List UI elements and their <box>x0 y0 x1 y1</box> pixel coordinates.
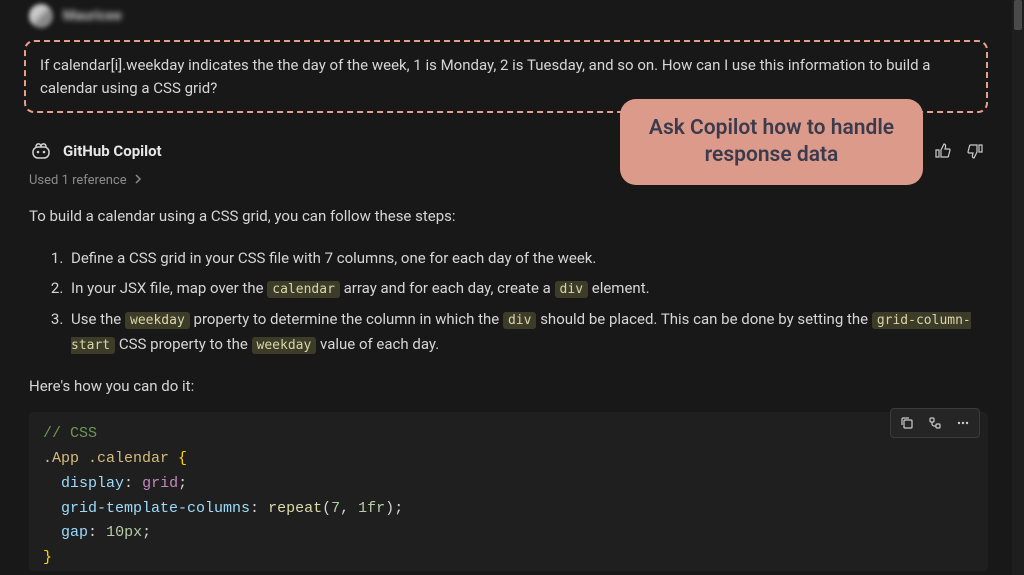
scrollbar-track[interactable] <box>1012 0 1024 575</box>
assistant-identity: GitHub Copilot <box>29 139 162 163</box>
code-block: // CSS .App .calendar { display: grid; g… <box>29 412 988 571</box>
step-item: Define a CSS grid in your CSS file with … <box>67 246 988 270</box>
inline-code: div <box>555 281 588 298</box>
assistant-response: To build a calendar using a CSS grid, yo… <box>24 204 988 571</box>
user-avatar <box>29 4 53 28</box>
copy-code-button[interactable] <box>893 411 921 435</box>
thumbs-down-button[interactable] <box>962 139 988 163</box>
step-item: Use the weekday property to determine th… <box>67 307 988 357</box>
feedback-buttons <box>930 139 988 163</box>
inline-code: calendar <box>267 281 340 298</box>
insert-code-button[interactable] <box>921 411 949 435</box>
copilot-icon <box>29 139 53 163</box>
references-label: Used 1 reference <box>29 173 127 188</box>
code-toolbar <box>890 408 980 438</box>
callout-text: Ask Copilot how to handle response data <box>640 115 903 170</box>
chevron-right-icon <box>133 173 143 188</box>
thumbs-up-button[interactable] <box>930 139 956 163</box>
code-content[interactable]: // CSS .App .calendar { display: grid; g… <box>43 422 974 571</box>
inline-code: weekday <box>125 312 190 329</box>
user-header: Mauricee <box>24 0 988 34</box>
step-item: In your JSX file, map over the calendar … <box>67 276 988 301</box>
steps-list: Define a CSS grid in your CSS file with … <box>29 246 988 356</box>
inline-code: weekday <box>252 337 317 354</box>
user-name: Mauricee <box>63 8 122 24</box>
inline-code: div <box>503 312 536 329</box>
prompt-text: If calendar[i].weekday indicates the the… <box>40 56 930 97</box>
more-actions-button[interactable] <box>949 411 977 435</box>
assistant-name: GitHub Copilot <box>63 142 162 160</box>
scrollbar-thumb[interactable] <box>1014 0 1022 30</box>
response-intro: To build a calendar using a CSS grid, yo… <box>29 204 988 228</box>
annotation-callout: Ask Copilot how to handle response data <box>620 99 923 185</box>
response-lead: Here's how you can do it: <box>29 374 988 398</box>
